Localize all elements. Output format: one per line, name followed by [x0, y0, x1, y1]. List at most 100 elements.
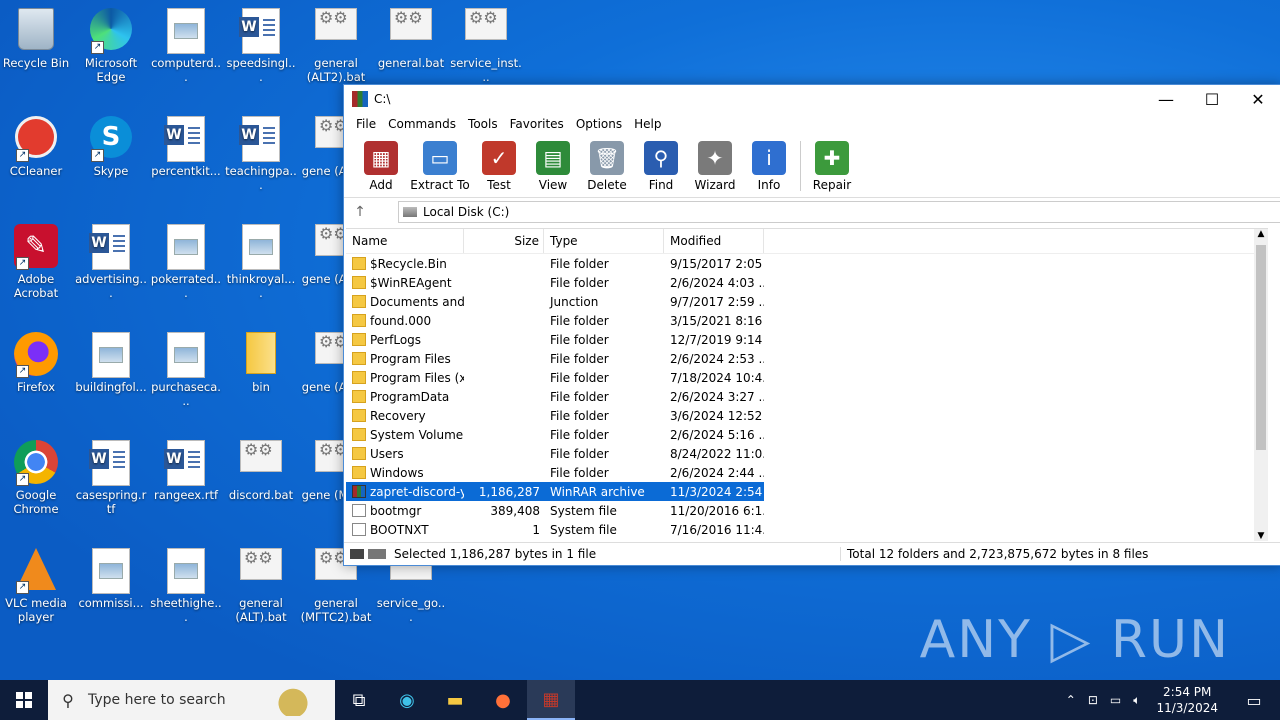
- doc-icon: [89, 548, 133, 594]
- file-row[interactable]: zapret-discord-y... 1,186,287 WinRAR archi…: [346, 482, 764, 501]
- column-type[interactable]: Type: [544, 229, 664, 253]
- desktop-icon-thinkroyal[interactable]: thinkroyal....: [225, 216, 297, 300]
- taskbar-firefox[interactable]: ●: [479, 680, 527, 720]
- taskbar-edge[interactable]: ◉: [383, 680, 431, 720]
- drive-status-icon[interactable]: [350, 549, 386, 559]
- file-row[interactable]: Program Files File folder 2/6/2024 2:53 ..…: [346, 349, 1268, 368]
- desktop-icon-general-alt-bat[interactable]: general (ALT).bat: [225, 540, 297, 624]
- menu-options[interactable]: Options: [570, 117, 628, 131]
- menu-help[interactable]: Help: [628, 117, 667, 131]
- desktop-icon-microsoft-edge[interactable]: ↗ Microsoft Edge: [75, 0, 147, 84]
- desktop-icon-ccleaner[interactable]: ↗ CCleaner: [0, 108, 72, 178]
- chevron-up-icon[interactable]: ⌃: [1060, 693, 1082, 707]
- scroll-thumb[interactable]: [1256, 245, 1266, 450]
- desktop-icon-buildingfol[interactable]: buildingfol...: [75, 324, 147, 394]
- desktop-icon-rangeex-rtf[interactable]: Wrangeex.rtf: [150, 432, 222, 502]
- desktop-icon-pokerrated[interactable]: pokerrated...: [150, 216, 222, 300]
- delete-button[interactable]: 🗑︎ Delete: [580, 135, 634, 197]
- desktop-icon-computerd[interactable]: computerd...: [150, 0, 222, 84]
- file-row[interactable]: Program Files (x... File folder 7/18/2024 …: [346, 368, 1268, 387]
- file-row[interactable]: Windows File folder 2/6/2024 2:44 ...: [346, 463, 1268, 482]
- file-row[interactable]: PerfLogs File folder 12/7/2019 9:14 ...: [346, 330, 1268, 349]
- desktop-icon-skype[interactable]: S ↗ Skype: [75, 108, 147, 178]
- file-row[interactable]: Recovery File folder 3/6/2024 12:52 ...: [346, 406, 1268, 425]
- winrar-icon: ▦: [542, 688, 560, 710]
- toolbar-label: View: [538, 178, 568, 192]
- scroll-up-arrow-icon[interactable]: ▲: [1254, 229, 1268, 239]
- folder-icon: [352, 390, 366, 403]
- desktop-icon-firefox[interactable]: ↗ Firefox: [0, 324, 72, 394]
- column-name[interactable]: Name: [346, 229, 464, 253]
- desktop-icon-commissi[interactable]: commissi...: [75, 540, 147, 610]
- desktop-icon-label: Skype: [93, 164, 129, 178]
- desktop-icon-label: commissi...: [78, 596, 144, 610]
- maximize-button[interactable]: ☐: [1189, 85, 1235, 113]
- clock[interactable]: 2:54 PM 11/3/2024: [1146, 684, 1228, 716]
- scroll-down-arrow-icon[interactable]: ▼: [1254, 531, 1268, 541]
- desktop-icon-advertising[interactable]: Wadvertising...: [75, 216, 147, 300]
- find-button[interactable]: ⚲ Find: [634, 135, 688, 197]
- file-row[interactable]: found.000 File folder 3/15/2021 8:16 ...: [346, 311, 1268, 330]
- info-button[interactable]: i Info: [742, 135, 796, 197]
- taskbar-file-explorer[interactable]: ▬: [431, 680, 479, 720]
- desktop-icon-bin[interactable]: bin: [225, 324, 297, 394]
- column-modified[interactable]: Modified: [664, 229, 764, 253]
- desktop-icon-adobe-acrobat[interactable]: ✎ ↗ Adobe Acrobat: [0, 216, 72, 300]
- file-row[interactable]: BOOTNXT 1 System file 7/16/2016 11:4...: [346, 520, 1268, 539]
- file-row[interactable]: Documents and ... Junction 9/7/2017 2:59 .…: [346, 292, 1268, 311]
- desktop-icon-teachingpa[interactable]: Wteachingpa...: [225, 108, 297, 192]
- file-modified: 7/18/2024 10:4...: [670, 370, 764, 385]
- folder-icon: [239, 332, 283, 376]
- menu-tools[interactable]: Tools: [462, 117, 504, 131]
- extract-to-button[interactable]: ▭ Extract To: [408, 135, 472, 197]
- wizard-button[interactable]: ✦ Wizard: [688, 135, 742, 197]
- file-row[interactable]: Users File folder 8/24/2022 11:0...: [346, 444, 1268, 463]
- doc-icon: [164, 332, 208, 378]
- repair-button[interactable]: ✚ Repair: [805, 135, 859, 197]
- column-size[interactable]: Size: [464, 229, 544, 253]
- menu-commands[interactable]: Commands: [382, 117, 462, 131]
- taskbar-search[interactable]: ⚲ Type here to search: [48, 680, 335, 720]
- minimize-button[interactable]: —: [1143, 85, 1189, 113]
- vertical-scrollbar[interactable]: ▲ ▼: [1254, 229, 1268, 541]
- file-row[interactable]: $WinREAgent File folder 2/6/2024 4:03 ...: [346, 273, 1268, 292]
- desktop-icon-vlc-media-player[interactable]: ↗ VLC media player: [0, 540, 72, 624]
- desktop-icon-general-alt2-bat[interactable]: general (ALT2).bat: [300, 0, 372, 84]
- up-folder-button[interactable]: ↑: [344, 204, 376, 220]
- notification-icon[interactable]: ▭: [1228, 691, 1280, 710]
- network-icon[interactable]: ⊡: [1082, 693, 1104, 707]
- path-field[interactable]: Local Disk (C:): [398, 201, 1280, 223]
- file-row[interactable]: ProgramData File folder 2/6/2024 3:27 ...: [346, 387, 1268, 406]
- desktop-icon-purchaseca[interactable]: purchaseca...: [150, 324, 222, 408]
- desktop-icon-speedsingl[interactable]: Wspeedsingl...: [225, 0, 297, 84]
- desktop-icon-casespring-rtf[interactable]: Wcasespring.rtf: [75, 432, 147, 516]
- menu-file[interactable]: File: [350, 117, 382, 131]
- add-icon: ▦: [364, 141, 398, 175]
- title-bar[interactable]: C:\ — ☐ ✕: [344, 85, 1280, 113]
- file-row[interactable]: bootmgr 389,408 System file 11/20/2016 6:1.…: [346, 501, 1268, 520]
- menu-favorites[interactable]: Favorites: [504, 117, 570, 131]
- desktop-icon-sheethighe[interactable]: sheethighe...: [150, 540, 222, 624]
- test-button[interactable]: ✓ Test: [472, 135, 526, 197]
- file-rows: $Recycle.Bin File folder 9/15/2017 2:05 ..…: [346, 254, 1268, 539]
- close-button[interactable]: ✕: [1235, 85, 1280, 113]
- desktop-icon-google-chrome[interactable]: ↗ Google Chrome: [0, 432, 72, 516]
- clock-date: 11/3/2024: [1156, 701, 1218, 715]
- task-view-button[interactable]: ⧉: [335, 680, 383, 720]
- add-button[interactable]: ▦ Add: [354, 135, 408, 197]
- file-name: bootmgr: [370, 503, 422, 518]
- desktop-icon-service-inst[interactable]: service_inst...: [450, 0, 522, 84]
- desktop-icon-general-bat[interactable]: general.bat: [375, 0, 447, 70]
- start-button[interactable]: [0, 680, 48, 720]
- desktop-icon-recycle-bin[interactable]: Recycle Bin: [0, 0, 72, 70]
- desktop-icon-percentkit[interactable]: Wpercentkit...: [150, 108, 222, 178]
- monitor-icon[interactable]: ▭: [1104, 693, 1127, 707]
- volume-icon[interactable]: 🔈︎: [1127, 693, 1146, 708]
- doc-icon: [89, 332, 133, 378]
- file-row[interactable]: System Volume I... File folder 2/6/2024 5:…: [346, 425, 1268, 444]
- file-row[interactable]: $Recycle.Bin File folder 9/15/2017 2:05 ..…: [346, 254, 1268, 273]
- taskbar-winrar[interactable]: ▦: [527, 680, 575, 720]
- view-button[interactable]: ▤ View: [526, 135, 580, 197]
- desktop-icon-discord-bat[interactable]: discord.bat: [225, 432, 297, 502]
- shortcut-arrow-icon: ↗: [16, 365, 29, 378]
